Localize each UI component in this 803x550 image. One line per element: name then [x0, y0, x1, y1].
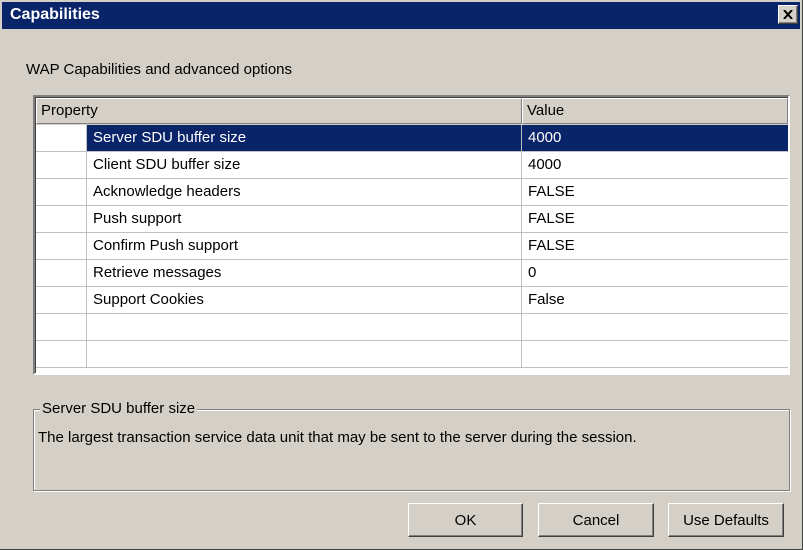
properties-grid: Property Value Server SDU buffer size 400…: [33, 95, 790, 375]
ok-button[interactable]: OK: [408, 503, 523, 537]
value-cell[interactable]: FALSE: [522, 179, 788, 205]
capabilities-dialog: Capabilities WAP Capabilities and advanc…: [0, 0, 803, 550]
description-title: Server SDU buffer size: [40, 400, 198, 417]
property-cell[interactable]: Acknowledge headers: [87, 179, 522, 205]
property-cell[interactable]: Client SDU buffer size: [87, 152, 522, 178]
value-cell[interactable]: FALSE: [522, 233, 788, 259]
table-row[interactable]: Push support FALSE: [36, 206, 788, 233]
description-group: Server SDU buffer size The largest trans…: [33, 400, 790, 491]
table-row[interactable]: Support Cookies False: [36, 287, 788, 314]
row-gutter: [36, 314, 87, 340]
grid-header: Property Value: [36, 98, 788, 125]
property-cell[interactable]: Support Cookies: [87, 287, 522, 313]
row-gutter: [36, 152, 87, 178]
table-row[interactable]: Retrieve messages 0: [36, 260, 788, 287]
value-cell[interactable]: False: [522, 287, 788, 313]
value-cell[interactable]: [522, 341, 788, 367]
value-cell[interactable]: FALSE: [522, 206, 788, 232]
table-row[interactable]: Server SDU buffer size 4000: [36, 125, 788, 152]
table-row[interactable]: Client SDU buffer size 4000: [36, 152, 788, 179]
table-row[interactable]: Confirm Push support FALSE: [36, 233, 788, 260]
column-header-property[interactable]: Property: [36, 98, 522, 124]
value-cell[interactable]: 4000: [522, 152, 788, 178]
row-gutter: [36, 179, 87, 205]
row-gutter: [36, 233, 87, 259]
property-cell[interactable]: Push support: [87, 206, 522, 232]
table-row[interactable]: [36, 314, 788, 341]
property-cell[interactable]: Retrieve messages: [87, 260, 522, 286]
use-defaults-button[interactable]: Use Defaults: [668, 503, 784, 537]
row-gutter: [36, 341, 87, 367]
column-header-value[interactable]: Value: [522, 98, 788, 124]
row-gutter: [36, 287, 87, 313]
window-title: Capabilities: [10, 6, 100, 23]
close-icon: [783, 10, 793, 19]
cancel-button[interactable]: Cancel: [538, 503, 654, 537]
value-cell[interactable]: [522, 314, 788, 340]
property-cell[interactable]: [87, 314, 522, 340]
value-cell[interactable]: 4000: [522, 125, 788, 151]
table-row[interactable]: Acknowledge headers FALSE: [36, 179, 788, 206]
value-cell[interactable]: 0: [522, 260, 788, 286]
description-text: The largest transaction service data uni…: [38, 429, 637, 446]
close-button[interactable]: [778, 5, 798, 24]
row-gutter: [36, 260, 87, 286]
property-cell[interactable]: Confirm Push support: [87, 233, 522, 259]
row-gutter: [36, 125, 87, 151]
table-row[interactable]: [36, 341, 788, 368]
row-gutter: [36, 206, 87, 232]
title-bar: Capabilities: [2, 2, 800, 29]
property-cell[interactable]: Server SDU buffer size: [87, 125, 522, 151]
property-cell[interactable]: [87, 341, 522, 367]
dialog-subtitle: WAP Capabilities and advanced options: [26, 61, 293, 78]
